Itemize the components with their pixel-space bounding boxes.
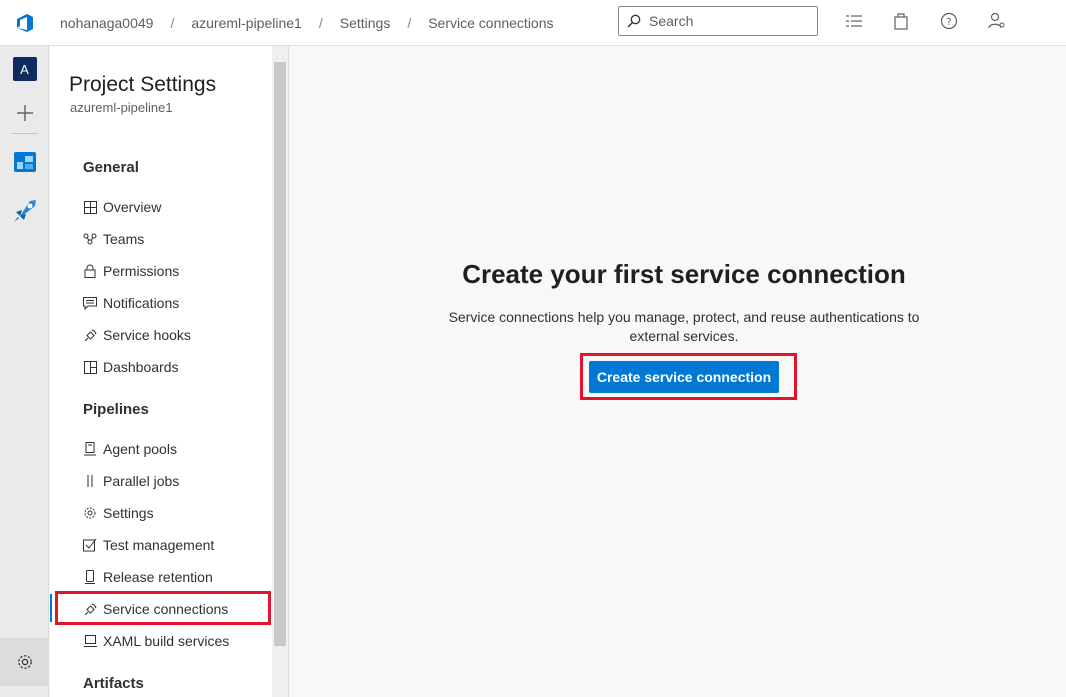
nav-item-permissions[interactable]: Permissions [83,259,179,283]
nav-item-teams[interactable]: Teams [83,227,144,251]
highlight-service-connections [55,591,271,625]
nav-item-release-retention[interactable]: Release retention [83,565,213,589]
empty-state-description: Service connections help you manage, pro… [448,309,920,344]
nav-item-label: Parallel jobs [103,473,180,489]
marketplace-bag-icon[interactable] [891,11,911,31]
project-settings-button[interactable] [0,638,49,686]
breadcrumb: nohanaga0049 / azureml-pipeline1 / Setti… [60,15,554,31]
nav-item-label: Overview [103,199,162,215]
nav-item-label: Dashboards [103,359,179,375]
overview-icon [83,200,97,214]
breadcrumb-separator: / [318,14,323,31]
lock-icon [83,264,97,278]
nav-item-dashboards[interactable]: Dashboards [83,355,179,379]
top-bar: nohanaga0049 / azureml-pipeline1 / Setti… [0,0,1066,46]
avatar: A [12,57,37,81]
main-content: Create your first service connection Ser… [290,46,1066,697]
work-items-list-icon[interactable] [844,11,864,31]
left-rail: A [0,46,49,697]
agent-pool-icon [83,442,97,456]
page-title: Project Settings [69,73,217,96]
breadcrumb-current-page[interactable]: Service connections [428,15,553,31]
nav-item-xaml-build-services[interactable]: XAML build services [83,629,229,653]
nav-item-test-management[interactable]: Test management [83,533,214,557]
settings-nav-panel: Project Settings azureml-pipeline1 Gener… [50,46,289,697]
svg-text:?: ? [946,17,951,28]
notification-icon [83,296,97,310]
empty-state-title: Create your first service connection [462,259,906,289]
parallel-icon [83,474,97,488]
search-icon [627,14,641,28]
breadcrumb-separator: / [407,14,412,31]
teams-icon [83,232,97,246]
dashboard-icon [83,360,97,374]
boards-nav-button[interactable] [0,150,49,174]
nav-item-label: Permissions [103,263,180,279]
nav-item-parallel-jobs[interactable]: Parallel jobs [83,469,179,493]
phone-icon [83,570,97,584]
highlight-create-button [580,353,797,400]
search-box[interactable]: Search [618,6,818,36]
boards-icon [13,152,36,172]
nav-item-label: Service hooks [103,327,191,343]
search-placeholder: Search [649,13,694,29]
section-heading-artifacts: Artifacts [83,675,144,692]
breadcrumb-settings[interactable]: Settings [340,15,391,31]
section-heading-pipelines: Pipelines [83,401,149,418]
build-icon [83,634,97,648]
nav-item-settings[interactable]: Settings [83,501,154,525]
pipelines-rocket-icon [13,200,36,222]
project-name: azureml-pipeline1 [70,100,173,115]
azure-devops-logo[interactable] [0,0,49,46]
nav-item-label: Teams [103,231,145,247]
nav-item-agent-pools[interactable]: Agent pools [83,437,177,461]
help-icon[interactable]: ? [939,11,959,31]
nav-scrollbar-thumb[interactable] [274,62,286,646]
nav-item-label: Settings [103,505,154,521]
breadcrumb-project[interactable]: azureml-pipeline1 [191,15,302,31]
nav-item-overview[interactable]: Overview [83,195,161,219]
org-avatar-button[interactable]: A [0,56,49,82]
gear-icon [83,506,97,520]
breadcrumb-separator: / [170,14,175,31]
test-icon [83,538,97,552]
nav-item-label: Agent pools [103,441,177,457]
add-new-button[interactable] [0,102,49,124]
nav-item-service-hooks[interactable]: Service hooks [83,323,191,347]
gear-icon [17,655,32,669]
nav-item-notifications[interactable]: Notifications [83,291,179,315]
active-item-indicator [50,594,52,622]
breadcrumb-organization[interactable]: nohanaga0049 [60,15,153,31]
azure-devops-icon [16,13,33,32]
plug-icon [83,328,97,342]
nav-item-label: Notifications [103,295,180,311]
rail-divider [11,133,38,134]
nav-item-label: Test management [103,537,215,553]
section-heading-general: General [83,159,139,176]
pipelines-nav-button[interactable] [0,198,49,224]
plus-icon [16,105,33,121]
nav-item-label: Release retention [103,569,213,585]
nav-item-label: XAML build services [103,633,230,649]
user-settings-icon[interactable] [987,11,1007,31]
